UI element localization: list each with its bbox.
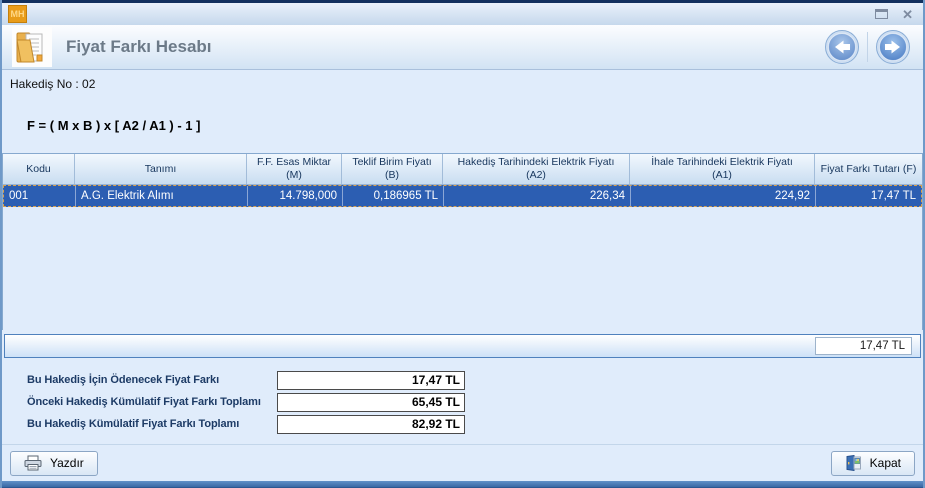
close-form-button-label: Kapat [870, 456, 901, 470]
print-button-label: Yazdır [50, 456, 84, 470]
column-header-hakedis-elektrik-fiyati[interactable]: Hakediş Tarihindeki Elektrik Fiyatı (A2) [443, 154, 630, 184]
summary-fields: Bu Hakediş İçin Ödenecek Fiyat Farkı Önc… [27, 369, 923, 435]
column-header-tanimi[interactable]: Tanımı [75, 154, 247, 184]
folder-icon [12, 27, 52, 67]
forward-button[interactable] [875, 29, 911, 65]
cell-fark: 17,47 TL [816, 186, 921, 206]
label-odenecek-fiyat-farki: Bu Hakediş İçin Ödenecek Fiyat Farkı [27, 374, 277, 386]
exit-door-icon [845, 455, 862, 471]
table-header-row: Kodu Tanımı F.F. Esas Miktar (M) Teklif … [3, 154, 922, 185]
content: Hakediş No : 02 F = ( M x B ) x [ A2 / A… [2, 70, 923, 481]
hakedis-no-label: Hakediş No : 02 [2, 70, 923, 91]
nav-buttons [824, 29, 911, 65]
summary-row: Önceki Hakediş Kümülatif Fiyat Farkı Top… [27, 391, 923, 413]
back-button[interactable] [824, 29, 860, 65]
table-row[interactable]: 001 A.G. Elektrik Alımı 14.798,000 0,186… [3, 185, 922, 207]
cell-kodu: 001 [4, 186, 76, 206]
column-header-ihale-elektrik-fiyati[interactable]: İhale Tarihindeki Elektrik Fiyatı (A1) [630, 154, 815, 184]
maximize-button[interactable] [875, 9, 888, 19]
app-icon[interactable]: MH [8, 5, 27, 23]
back-arrow-icon [824, 29, 860, 65]
label-bu-kumulatif-toplam: Bu Hakediş Kümülatif Fiyat Farkı Toplamı [27, 418, 277, 430]
cell-miktar: 14.798,000 [248, 186, 343, 206]
close-form-button[interactable]: Kapat [831, 451, 915, 476]
cell-a2: 226,34 [444, 186, 631, 206]
formula-text: F = ( M x B ) x [ A2 / A1 ) - 1 ] [27, 118, 923, 133]
input-bu-kumulatif-toplam[interactable] [277, 415, 465, 434]
total-value: 17,47 TL [815, 337, 912, 355]
summary-row: Bu Hakediş İçin Ödenecek Fiyat Farkı [27, 369, 923, 391]
column-header-ff-esas-miktar[interactable]: F.F. Esas Miktar (M) [247, 154, 342, 184]
table-empty-area [3, 207, 922, 330]
cell-birim-fiyat: 0,186965 TL [343, 186, 444, 206]
column-header-teklif-birim-fiyati[interactable]: Teklif Birim Fiyatı (B) [342, 154, 443, 184]
page-title: Fiyat Farkı Hesabı [66, 37, 212, 57]
forward-arrow-icon [875, 29, 911, 65]
summary-row: Bu Hakediş Kümülatif Fiyat Farkı Toplamı [27, 413, 923, 435]
print-button[interactable]: Yazdır [10, 451, 98, 476]
cell-tanimi: A.G. Elektrik Alımı [76, 186, 248, 206]
column-header-fiyat-farki-tutari[interactable]: Fiyat Farkı Tutarı (F) [815, 154, 922, 184]
titlebar: MH ✕ [2, 0, 923, 25]
header: Fiyat Farkı Hesabı [2, 25, 923, 70]
close-button[interactable]: ✕ [902, 8, 913, 21]
input-odenecek-fiyat-farki[interactable] [277, 371, 465, 390]
cell-a1: 224,92 [631, 186, 816, 206]
printer-icon [24, 455, 42, 471]
label-onceki-kumulatif-toplam: Önceki Hakediş Kümülatif Fiyat Farkı Top… [27, 396, 277, 408]
fiyat-farki-window: MH ✕ Fiyat Farkı Hesabı [0, 0, 925, 488]
column-header-kodu[interactable]: Kodu [3, 154, 75, 184]
window-bottom-border [2, 481, 923, 488]
footer-bar: Yazdır Kapat [2, 444, 923, 481]
total-bar: 17,47 TL [4, 334, 921, 358]
price-difference-table: Kodu Tanımı F.F. Esas Miktar (M) Teklif … [2, 153, 923, 330]
nav-divider [867, 32, 868, 62]
window-controls: ✕ [875, 8, 913, 21]
input-onceki-kumulatif-toplam[interactable] [277, 393, 465, 412]
